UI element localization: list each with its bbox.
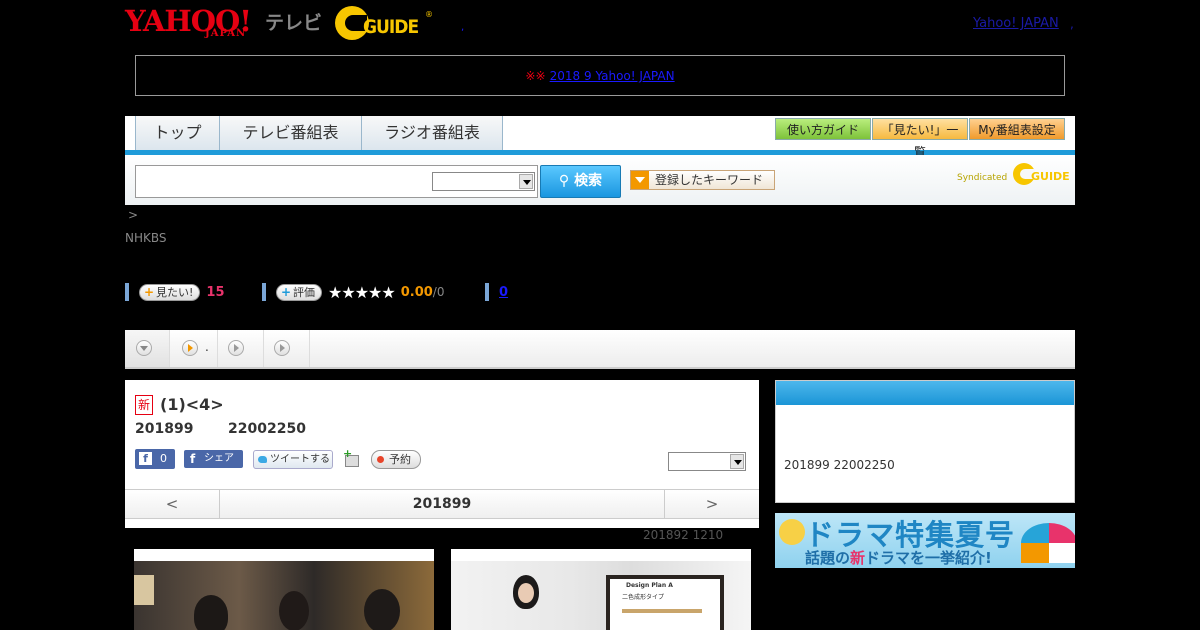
- side-panel-schedule: 201899 22002250: [784, 458, 895, 472]
- gguide-logo-text: GUIDE: [363, 16, 419, 38]
- side-panel-header: [776, 381, 1074, 405]
- play-icon: [182, 340, 198, 356]
- registered-keyword-button[interactable]: 登録したキーワード: [630, 170, 775, 190]
- sub-tabs: .: [125, 330, 1075, 369]
- tab-play-3[interactable]: [264, 330, 310, 367]
- board-pen: [622, 609, 702, 613]
- chevron-down-icon: [519, 174, 533, 189]
- chevron-down-icon: [730, 454, 744, 469]
- sun-icon: [779, 519, 805, 545]
- search-bar: ⚲ 検索 登録したキーワード Syndicated GUIDE: [125, 155, 1075, 205]
- tab-radio-listings[interactable]: ラジオ番組表: [361, 116, 503, 150]
- search-button[interactable]: ⚲ 検索: [540, 165, 621, 198]
- program-photo-2[interactable]: Design Plan A 二色成形タイプ: [451, 549, 751, 630]
- registered-mark: ®: [425, 10, 433, 19]
- want-list-button[interactable]: 「見たい!」一覧: [872, 118, 968, 159]
- photo-person: [194, 595, 228, 630]
- banner-subtitle: 話題の新ドラマを一挙紹介!: [805, 547, 992, 568]
- notice-mark: ※※: [525, 69, 546, 83]
- drama-feature-banner[interactable]: ドラマ特集夏号 話題の新ドラマを一挙紹介!: [775, 513, 1075, 568]
- program-panel: 新 (1)<4> 201899 22002250 f 0 シェア ツイートする …: [125, 380, 759, 528]
- rate-button[interactable]: 評価: [276, 283, 322, 301]
- notice-box: ※※ 2018 9 Yahoo! JAPAN: [135, 55, 1065, 96]
- syndicated-label: Syndicated: [957, 173, 1008, 183]
- play-icon: [228, 340, 244, 356]
- reserve-button[interactable]: 予約: [371, 450, 421, 469]
- photo-sign: [134, 575, 154, 605]
- comment-stat: 0: [485, 283, 508, 301]
- photo-image-1: [134, 561, 434, 630]
- photo-person: [279, 591, 309, 630]
- program-time: 22002250: [228, 421, 306, 437]
- next-date-button[interactable]: >: [664, 490, 759, 518]
- comment-count-link[interactable]: 0: [499, 285, 508, 300]
- facebook-icon: f: [139, 452, 152, 465]
- facebook-like-button[interactable]: f 0: [135, 449, 175, 469]
- header-dot: ,: [1070, 17, 1074, 31]
- tv-logo-text[interactable]: テレビ: [265, 8, 322, 35]
- usage-guide-button[interactable]: 使い方ガイド: [775, 118, 871, 140]
- program-title: (1)<4>: [160, 395, 224, 414]
- play-icon: [274, 340, 290, 356]
- photo-person: [364, 589, 400, 630]
- tab-top[interactable]: トップ: [135, 116, 220, 150]
- gguide-logo[interactable]: GUIDE ®: [335, 6, 433, 40]
- tab-tv-listings[interactable]: テレビ番組表: [219, 116, 362, 150]
- date-pager: < 201899 >: [125, 489, 759, 519]
- banner-sub-new: 新: [850, 549, 866, 567]
- search-button-label: 検索: [574, 173, 603, 189]
- want-stat: 見たい! 15: [125, 283, 225, 301]
- side-panel: 201899 22002250: [775, 380, 1075, 503]
- tab-play-1-label: .: [205, 340, 209, 354]
- updated-timestamp: 201892 1210: [643, 528, 724, 542]
- main-nav: トップ テレビ番組表 ラジオ番組表 使い方ガイド 「見たい!」一覧 My番組表設…: [125, 116, 1075, 159]
- notice-link[interactable]: 2018 9 Yahoo! JAPAN: [550, 69, 675, 83]
- banner-sub-2: ドラマを一挙紹介!: [865, 549, 992, 567]
- rating-stat: 評価 ★★★★★ 0.00 /0: [262, 282, 445, 302]
- breadcrumb[interactable]: >: [128, 208, 138, 222]
- photo-board: Design Plan A 二色成形タイプ: [606, 575, 724, 630]
- prev-date-button[interactable]: <: [125, 490, 220, 518]
- chevron-down-icon: [136, 340, 152, 356]
- channel-name: NHKBS: [125, 231, 167, 245]
- rating-score: 0.00: [400, 284, 433, 300]
- banner-sub-1: 話題の: [805, 549, 851, 567]
- tab-collapse[interactable]: [125, 330, 170, 367]
- like-count: 0: [160, 452, 167, 465]
- want-count: 15: [206, 284, 225, 300]
- yahoo-japan-link[interactable]: Yahoo! JAPAN: [973, 16, 1059, 31]
- rating-stars: ★★★★★: [328, 282, 396, 302]
- yahoo-japan-wordmark: JAPAN: [205, 28, 247, 39]
- add-calendar-icon[interactable]: [343, 447, 359, 467]
- umbrella-icon: [1021, 523, 1075, 563]
- my-listings-settings-button[interactable]: My番組表設定: [969, 118, 1065, 140]
- rating-count: /0: [432, 285, 445, 299]
- header-separator: ,: [461, 22, 465, 33]
- tab-play-1[interactable]: .: [170, 330, 218, 367]
- search-category-select[interactable]: [432, 172, 535, 191]
- nav-tabs: トップ テレビ番組表 ラジオ番組表: [135, 116, 503, 150]
- search-icon: ⚲: [558, 173, 570, 189]
- program-date: 201899: [135, 421, 194, 437]
- board-title: Design Plan A: [626, 582, 673, 589]
- nav-buttons: 使い方ガイド 「見たい!」一覧 My番組表設定: [774, 118, 1065, 159]
- syndicated-guide-text: GUIDE: [1031, 170, 1070, 183]
- want-button[interactable]: 見たい!: [139, 283, 201, 301]
- board-subtitle: 二色成形タイプ: [622, 594, 665, 601]
- program-photo-1[interactable]: [134, 549, 434, 630]
- program-select[interactable]: [668, 452, 746, 471]
- new-badge: 新: [135, 395, 153, 415]
- tweet-button[interactable]: ツイートする: [253, 450, 333, 469]
- facebook-share-button[interactable]: シェア: [184, 450, 243, 468]
- tab-play-2[interactable]: [218, 330, 264, 367]
- photo-person-face: [518, 583, 534, 603]
- pager-date-label: 201899: [412, 496, 472, 512]
- photo-image-2: Design Plan A 二色成形タイプ: [451, 561, 751, 630]
